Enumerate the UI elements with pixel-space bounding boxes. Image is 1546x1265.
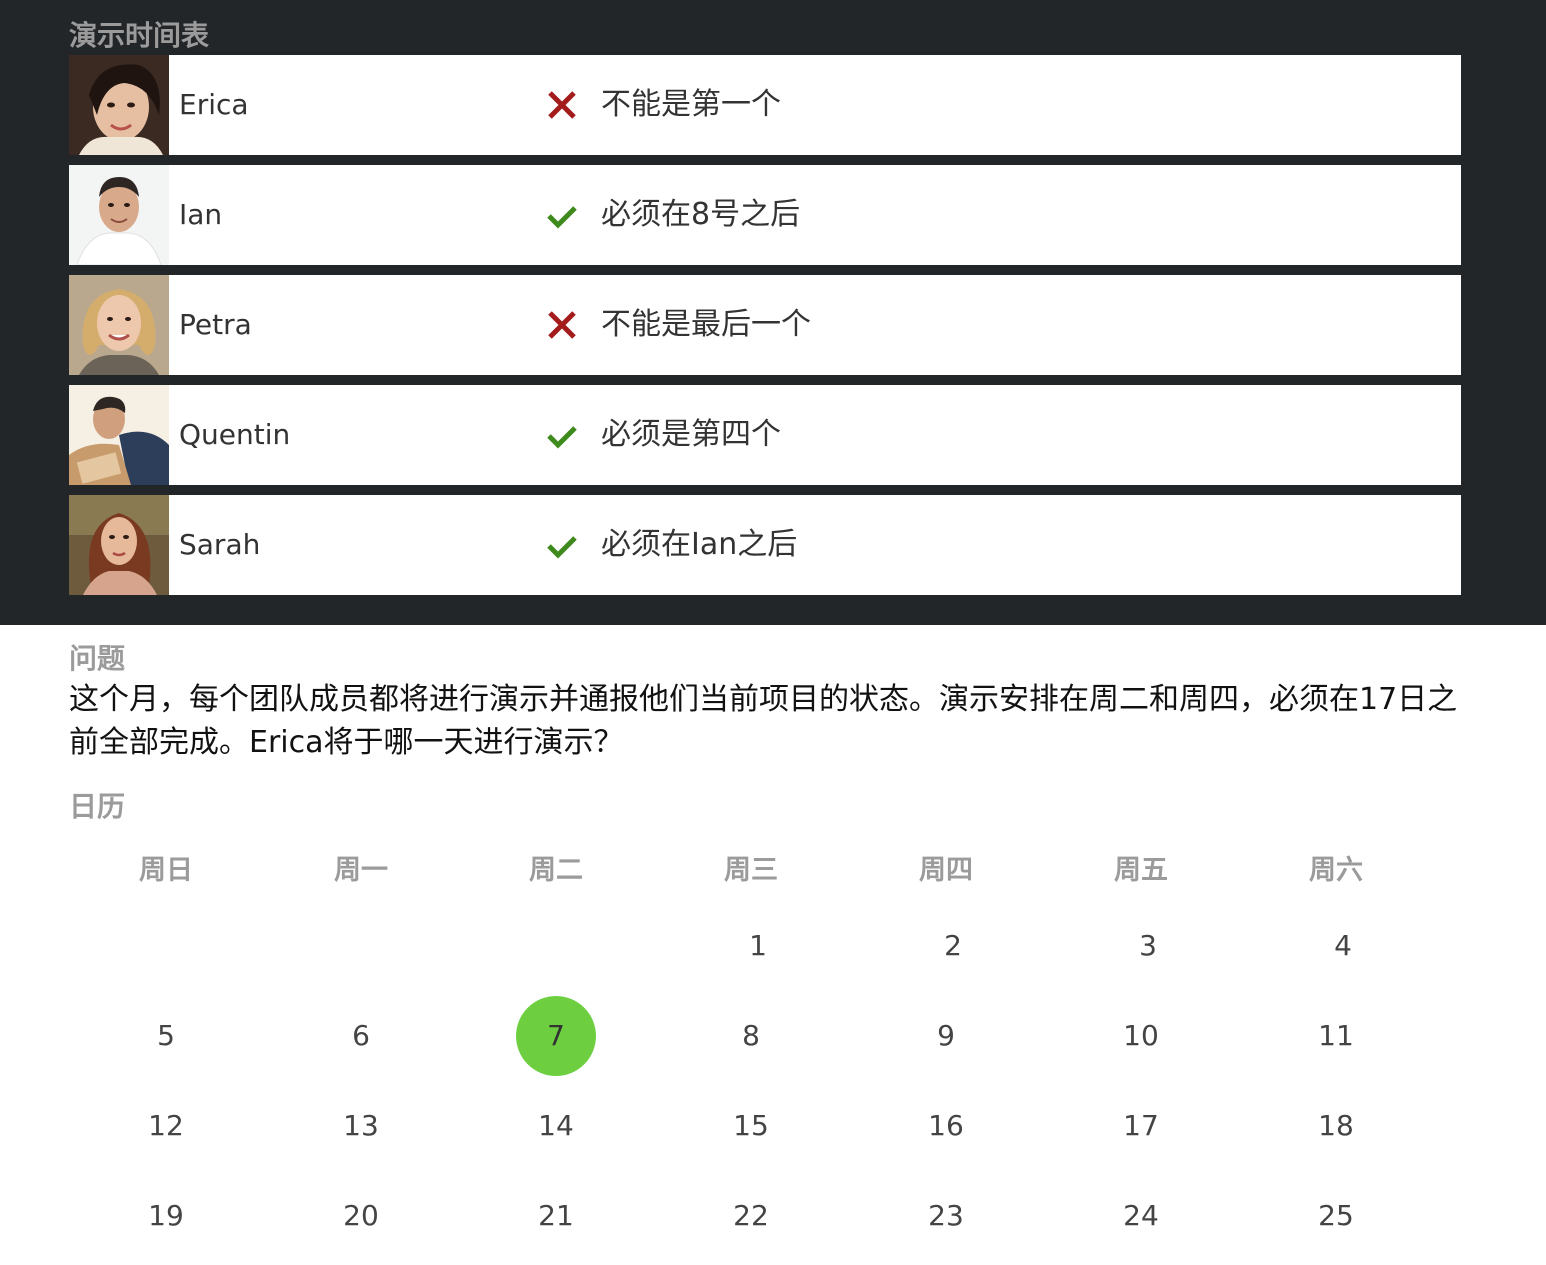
- calendar-day[interactable]: 14: [516, 1086, 596, 1166]
- calendar-day[interactable]: 15: [711, 1086, 791, 1166]
- rule-text: 不能是第一个: [601, 87, 781, 122]
- question-text: 这个月，每个团队成员都将进行演示并通报他们当前项目的状态。演示安排在周二和周四，…: [69, 682, 1458, 760]
- check-icon: [547, 426, 577, 449]
- question-heading: 问题: [69, 642, 126, 675]
- rule-text: 必须在8号之后: [601, 197, 801, 232]
- calendar-day[interactable]: 3: [1108, 906, 1188, 986]
- calendar-day[interactable]: 25: [1296, 1176, 1376, 1256]
- calendar-day[interactable]: 13: [321, 1086, 401, 1166]
- person-name: Ian: [179, 198, 223, 231]
- cross-icon: [548, 311, 576, 339]
- calendar-day[interactable]: 1: [718, 906, 798, 986]
- check-icon: [547, 206, 577, 229]
- person-row-petra: Petra 不能是最后一个: [69, 275, 1461, 375]
- weekday-tue: 周二: [529, 855, 583, 886]
- calendar-day[interactable]: 18: [1296, 1086, 1376, 1166]
- calendar-heading: 日历: [69, 790, 126, 823]
- calendar-day[interactable]: 16: [906, 1086, 986, 1166]
- calendar-day[interactable]: 9: [906, 996, 986, 1076]
- rule-text: 必须是第四个: [601, 417, 781, 452]
- calendar-day[interactable]: 20: [321, 1176, 401, 1256]
- ian-photo: [69, 165, 169, 265]
- calendar-day[interactable]: 22: [711, 1176, 791, 1256]
- sarah-photo: [69, 495, 169, 595]
- calendar-day[interactable]: 6: [321, 996, 401, 1076]
- calendar-day[interactable]: 19: [126, 1176, 206, 1256]
- erica-photo: [69, 55, 169, 155]
- person-row-sarah: Sarah 必须在Ian之后: [69, 495, 1461, 595]
- calendar-day[interactable]: 17: [1101, 1086, 1181, 1166]
- calendar-day[interactable]: 2: [913, 906, 993, 986]
- calendar-day[interactable]: 24: [1101, 1176, 1181, 1256]
- quentin-photo: [69, 385, 169, 485]
- check-icon: [547, 536, 577, 559]
- rule-text: 必须在Ian之后: [601, 527, 798, 562]
- weekday-sun: 周日: [139, 855, 193, 886]
- weekday-fri: 周五: [1114, 855, 1168, 886]
- person-name: Sarah: [179, 528, 261, 561]
- weekday-sat: 周六: [1309, 855, 1363, 886]
- calendar-day[interactable]: 8: [711, 996, 791, 1076]
- calendar-day[interactable]: 5: [126, 996, 206, 1076]
- person-row-erica: Erica 不能是第一个: [69, 55, 1461, 155]
- schedule-panel: 演示时间表 Erica 不能是第一个 Ian 必须在8号之后 Petra 不能是…: [0, 0, 1546, 625]
- petra-photo: [69, 275, 169, 375]
- calendar-day[interactable]: 12: [126, 1086, 206, 1166]
- person-name: Petra: [179, 308, 252, 341]
- person-name: Erica: [179, 88, 249, 121]
- cross-icon: [548, 91, 576, 119]
- calendar-day-selected[interactable]: 7: [516, 996, 596, 1076]
- person-row-quentin: Quentin 必须是第四个: [69, 385, 1461, 485]
- calendar-day[interactable]: 23: [906, 1176, 986, 1256]
- weekday-wed: 周三: [724, 855, 778, 886]
- calendar-day[interactable]: 10: [1101, 996, 1181, 1076]
- person-name: Quentin: [179, 418, 291, 451]
- calendar-day[interactable]: 4: [1303, 906, 1383, 986]
- calendar-day[interactable]: 11: [1296, 996, 1376, 1076]
- schedule-heading: 演示时间表: [69, 19, 210, 52]
- weekday-thu: 周四: [919, 855, 973, 886]
- person-row-ian: Ian 必须在8号之后: [69, 165, 1461, 265]
- weekday-mon: 周一: [334, 855, 388, 886]
- calendar-day[interactable]: 21: [516, 1176, 596, 1256]
- rule-text: 不能是最后一个: [601, 307, 811, 342]
